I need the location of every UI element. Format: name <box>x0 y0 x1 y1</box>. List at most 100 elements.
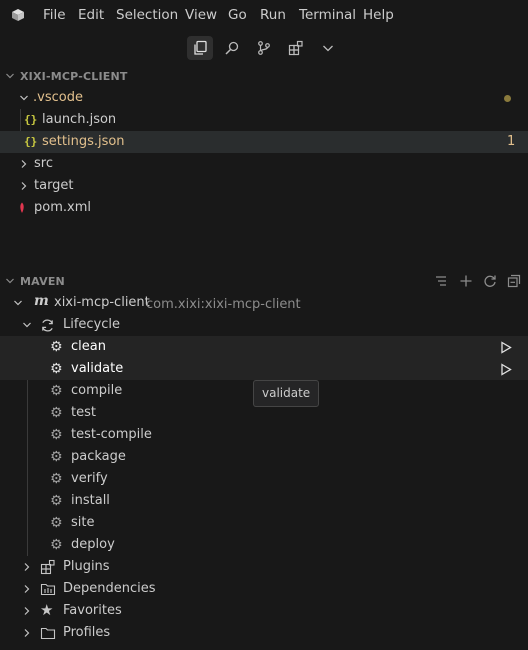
gear-icon: ⚙ <box>50 405 63 421</box>
files-icon <box>194 40 207 55</box>
gear-icon: ⚙ <box>50 383 63 399</box>
project-coordinates: com.xixi:xixi-mcp-client <box>146 297 301 312</box>
json-file-icon: {} <box>24 113 38 126</box>
gear-icon: ⚙ <box>50 361 63 377</box>
hierarchical-view-icon[interactable] <box>434 274 448 288</box>
maven-profiles[interactable]: Profiles <box>0 622 528 644</box>
chevron-down-icon <box>6 278 14 284</box>
run-icon[interactable] <box>500 363 512 376</box>
tree-item-target[interactable]: target <box>0 175 528 197</box>
phase-label: compile <box>71 383 123 398</box>
sync-icon <box>42 319 53 332</box>
extensions-icon <box>288 40 303 56</box>
explorer-section-header[interactable]: XIXI-MCP-CLIENT <box>0 65 528 87</box>
chevron-right-icon <box>21 182 27 190</box>
maven-project[interactable]: m xixi-mcp-client com.xixi:xixi-mcp-clie… <box>0 292 528 314</box>
chevron-right-icon <box>24 563 30 571</box>
chevron-right-icon <box>24 607 30 615</box>
folder-label: target <box>34 178 74 193</box>
tree-item-vscode[interactable]: .vscode <box>0 87 528 109</box>
gear-icon: ⚙ <box>50 471 63 487</box>
explorer-title: XIXI-MCP-CLIENT <box>20 70 128 83</box>
chevron-right-icon <box>24 585 30 593</box>
menu-bar: File Edit Selection View Go Run Terminal… <box>0 0 528 32</box>
menu-selection[interactable]: Selection <box>116 7 178 23</box>
run-icon[interactable] <box>500 341 512 354</box>
gear-icon: ⚙ <box>50 427 63 443</box>
lifecycle-phase-install[interactable]: ⚙ install <box>0 490 528 512</box>
chevron-down-icon <box>23 322 31 328</box>
menu-run[interactable]: Run <box>260 7 286 23</box>
app-logo-icon <box>12 9 24 21</box>
menu-terminal[interactable]: Terminal <box>299 7 356 23</box>
tree-item-src[interactable]: src <box>0 153 528 175</box>
maven-lifecycle[interactable]: Lifecycle <box>0 314 528 336</box>
group-label: Dependencies <box>63 581 156 596</box>
lifecycle-phase-clean[interactable]: ⚙ clean <box>0 336 528 358</box>
tree-item-settings-json[interactable]: {} settings.json 1 <box>0 131 528 153</box>
gear-icon: ⚙ <box>50 493 63 509</box>
source-control-tab[interactable] <box>251 36 277 60</box>
collapse-all-icon[interactable] <box>507 274 521 288</box>
folder-icon <box>40 627 56 640</box>
extensions-icon <box>40 559 55 575</box>
explorer-tab[interactable] <box>187 36 213 60</box>
project-name: xixi-mcp-client <box>54 295 150 310</box>
group-label: Plugins <box>63 559 110 574</box>
maven-section-header[interactable]: MAVEN <box>0 270 528 292</box>
phase-label: deploy <box>71 537 115 552</box>
problem-count-badge: 1 <box>507 134 516 149</box>
file-label: settings.json <box>42 134 125 149</box>
phase-label: site <box>71 515 95 530</box>
maven-dependencies[interactable]: Dependencies <box>0 578 528 600</box>
tooltip: validate <box>253 380 320 407</box>
phase-label: test <box>71 405 96 420</box>
menu-view[interactable]: View <box>185 7 217 23</box>
phase-label: clean <box>71 339 106 354</box>
phase-label: package <box>71 449 126 464</box>
lifecycle-phase-test-compile[interactable]: ⚙ test-compile <box>0 424 528 446</box>
lifecycle-phase-verify[interactable]: ⚙ verify <box>0 468 528 490</box>
phase-label: verify <box>71 471 108 486</box>
chevron-down-icon <box>20 95 28 101</box>
file-label: pom.xml <box>34 200 91 215</box>
menu-go[interactable]: Go <box>228 7 247 23</box>
menu-help[interactable]: Help <box>363 7 394 23</box>
menu-edit[interactable]: Edit <box>78 7 104 23</box>
add-icon[interactable] <box>459 274 473 288</box>
library-icon <box>40 583 56 596</box>
extensions-tab[interactable] <box>283 36 309 60</box>
chevron-right-icon <box>21 160 27 168</box>
json-file-icon: {} <box>24 135 38 148</box>
tree-item-pom-xml[interactable]: pom.xml <box>0 197 528 219</box>
folder-label: src <box>34 156 53 171</box>
refresh-icon[interactable] <box>483 274 497 288</box>
lifecycle-phase-package[interactable]: ⚙ package <box>0 446 528 468</box>
maven-file-icon <box>20 202 24 213</box>
folder-label: .vscode <box>33 90 83 105</box>
gear-icon: ⚙ <box>50 339 63 355</box>
gear-icon: ⚙ <box>50 515 63 531</box>
tree-item-launch-json[interactable]: {} launch.json <box>0 109 528 131</box>
more-views-tab[interactable] <box>315 36 341 60</box>
chevron-down-icon <box>14 300 22 306</box>
source-control-icon <box>258 41 270 55</box>
lifecycle-phase-site[interactable]: ⚙ site <box>0 512 528 534</box>
gear-icon: ⚙ <box>50 537 63 553</box>
lifecycle-label: Lifecycle <box>63 317 121 332</box>
chevron-down-icon <box>323 45 333 52</box>
maven-plugins[interactable]: Plugins <box>0 556 528 578</box>
star-icon: ★ <box>40 601 54 619</box>
chevron-right-icon <box>24 629 30 637</box>
maven-icon: m <box>34 293 49 309</box>
search-tab[interactable] <box>219 36 245 60</box>
lifecycle-phase-deploy[interactable]: ⚙ deploy <box>0 534 528 556</box>
maven-favorites[interactable]: ★ Favorites <box>0 600 528 622</box>
modified-dot <box>504 95 511 102</box>
menu-file[interactable]: File <box>43 7 66 23</box>
lifecycle-phase-validate[interactable]: ⚙ validate <box>0 358 528 380</box>
maven-title: MAVEN <box>20 275 65 288</box>
phase-label: test-compile <box>71 427 152 442</box>
file-label: launch.json <box>42 112 117 127</box>
chevron-down-icon <box>6 73 14 79</box>
